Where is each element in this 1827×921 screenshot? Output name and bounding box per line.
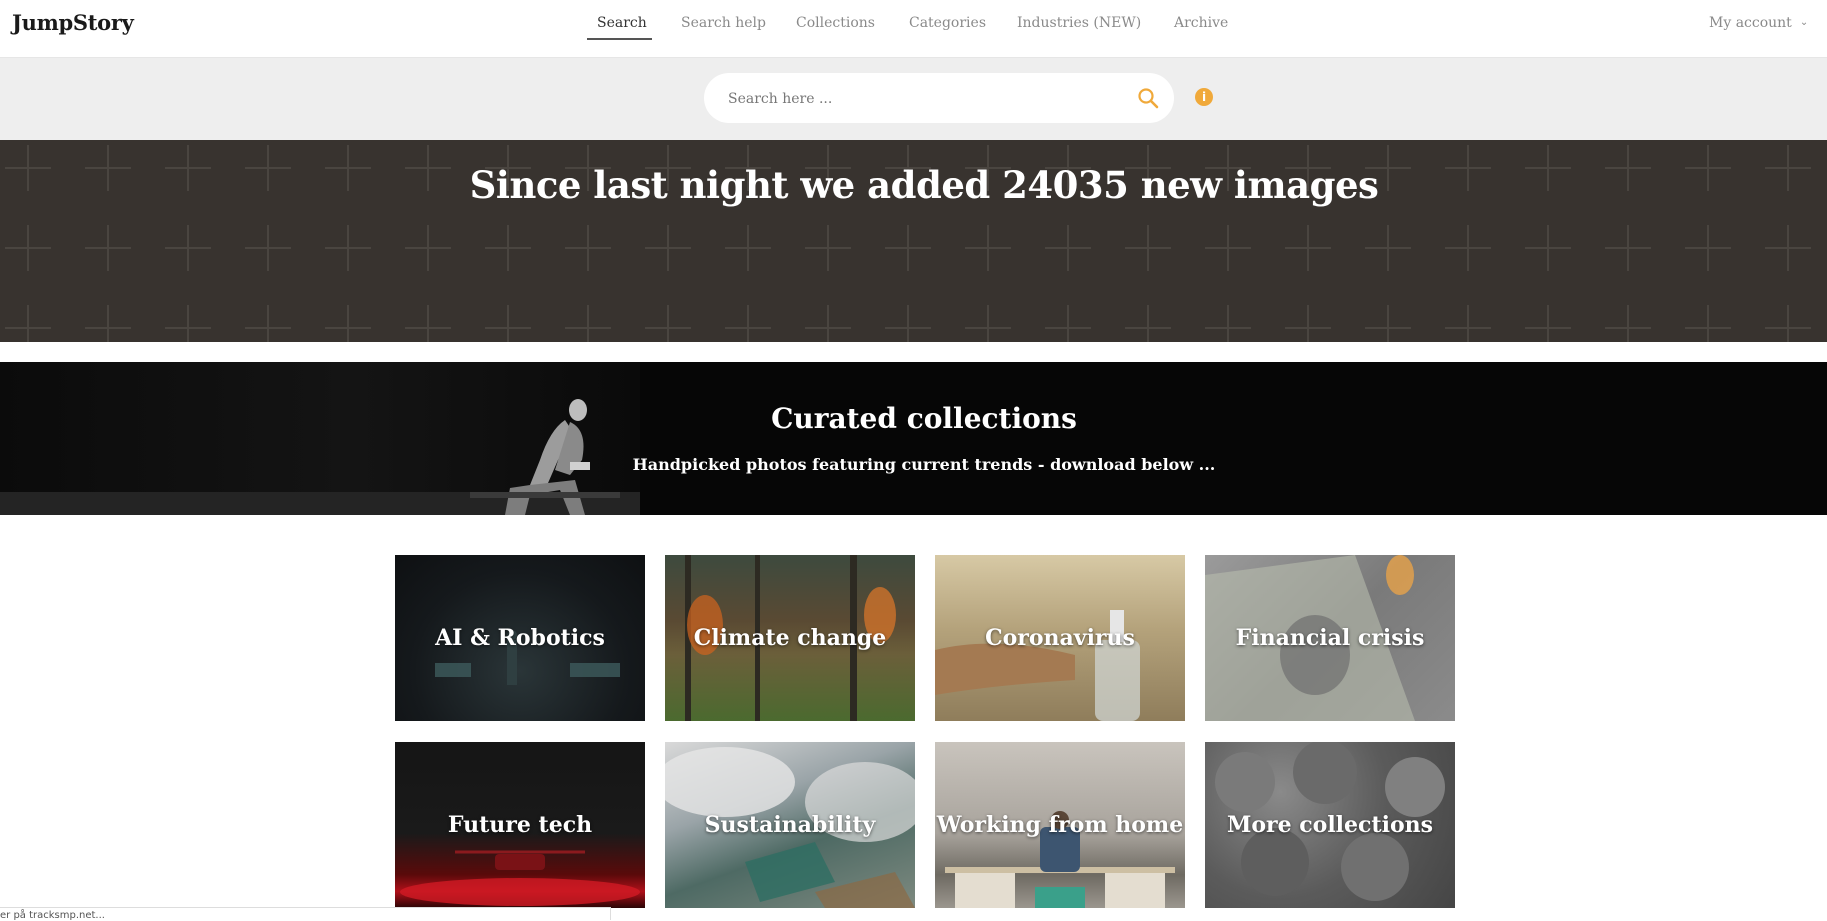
collection-label: Future tech <box>447 812 593 838</box>
collection-tile-coronavirus[interactable]: Coronavirus <box>935 555 1185 721</box>
collection-tile-more-collections[interactable]: More collections <box>1205 742 1455 908</box>
nav-categories[interactable]: Categories <box>909 15 986 31</box>
collection-tile-climate-change[interactable]: Climate change <box>665 555 915 721</box>
collection-label: Coronavirus <box>985 625 1135 651</box>
new-images-banner: Since last night we added 24035 new imag… <box>0 140 1827 342</box>
collection-label: Sustainability <box>704 812 876 838</box>
search-input[interactable] <box>726 86 1120 112</box>
collection-label: Climate change <box>693 625 887 651</box>
collection-tile-ai-robotics[interactable]: AI & Robotics <box>395 555 645 721</box>
top-navigation-bar: JumpStory Search Search help Collections… <box>0 0 1827 58</box>
curated-collections-title: Curated collections <box>771 402 1077 435</box>
collection-tile-future-tech[interactable]: Future tech <box>395 742 645 908</box>
nav-industries[interactable]: Industries (NEW) <box>1017 15 1141 31</box>
collection-label: Working from home <box>936 812 1184 838</box>
collection-label: Financial crisis <box>1235 625 1425 651</box>
info-icon[interactable]: i <box>1195 88 1213 106</box>
nav-search-help[interactable]: Search help <box>681 15 766 31</box>
search-icon[interactable] <box>1137 87 1159 109</box>
active-tab-indicator <box>587 38 652 40</box>
curated-collections-banner: Curated collections Handpicked photos fe… <box>0 362 1827 515</box>
chevron-down-icon: ⌄ <box>1799 17 1809 28</box>
collection-label: More collections <box>1226 812 1434 838</box>
main-nav: Search Search help Collections Categorie… <box>0 0 1827 57</box>
new-images-headline: Since last night we added 24035 new imag… <box>469 163 1379 207</box>
collection-tile-sustainability[interactable]: Sustainability <box>665 742 915 908</box>
nav-collections[interactable]: Collections <box>796 15 875 31</box>
curated-collections-subtitle: Handpicked photos featuring current tren… <box>632 455 1216 474</box>
collection-label: AI & Robotics <box>435 625 605 651</box>
my-account-label: My account <box>1709 15 1792 31</box>
collection-tile-working-from-home[interactable]: Working from home <box>935 742 1185 908</box>
nav-search[interactable]: Search <box>597 15 647 31</box>
search-band: i <box>0 58 1827 140</box>
browser-status-text: er på tracksmp.net... <box>0 910 105 921</box>
my-account-menu[interactable]: My account ⌄ <box>1709 15 1808 31</box>
collection-tile-financial-crisis[interactable]: Financial crisis <box>1205 555 1455 721</box>
search-box <box>704 73 1174 123</box>
nav-archive[interactable]: Archive <box>1174 15 1228 31</box>
